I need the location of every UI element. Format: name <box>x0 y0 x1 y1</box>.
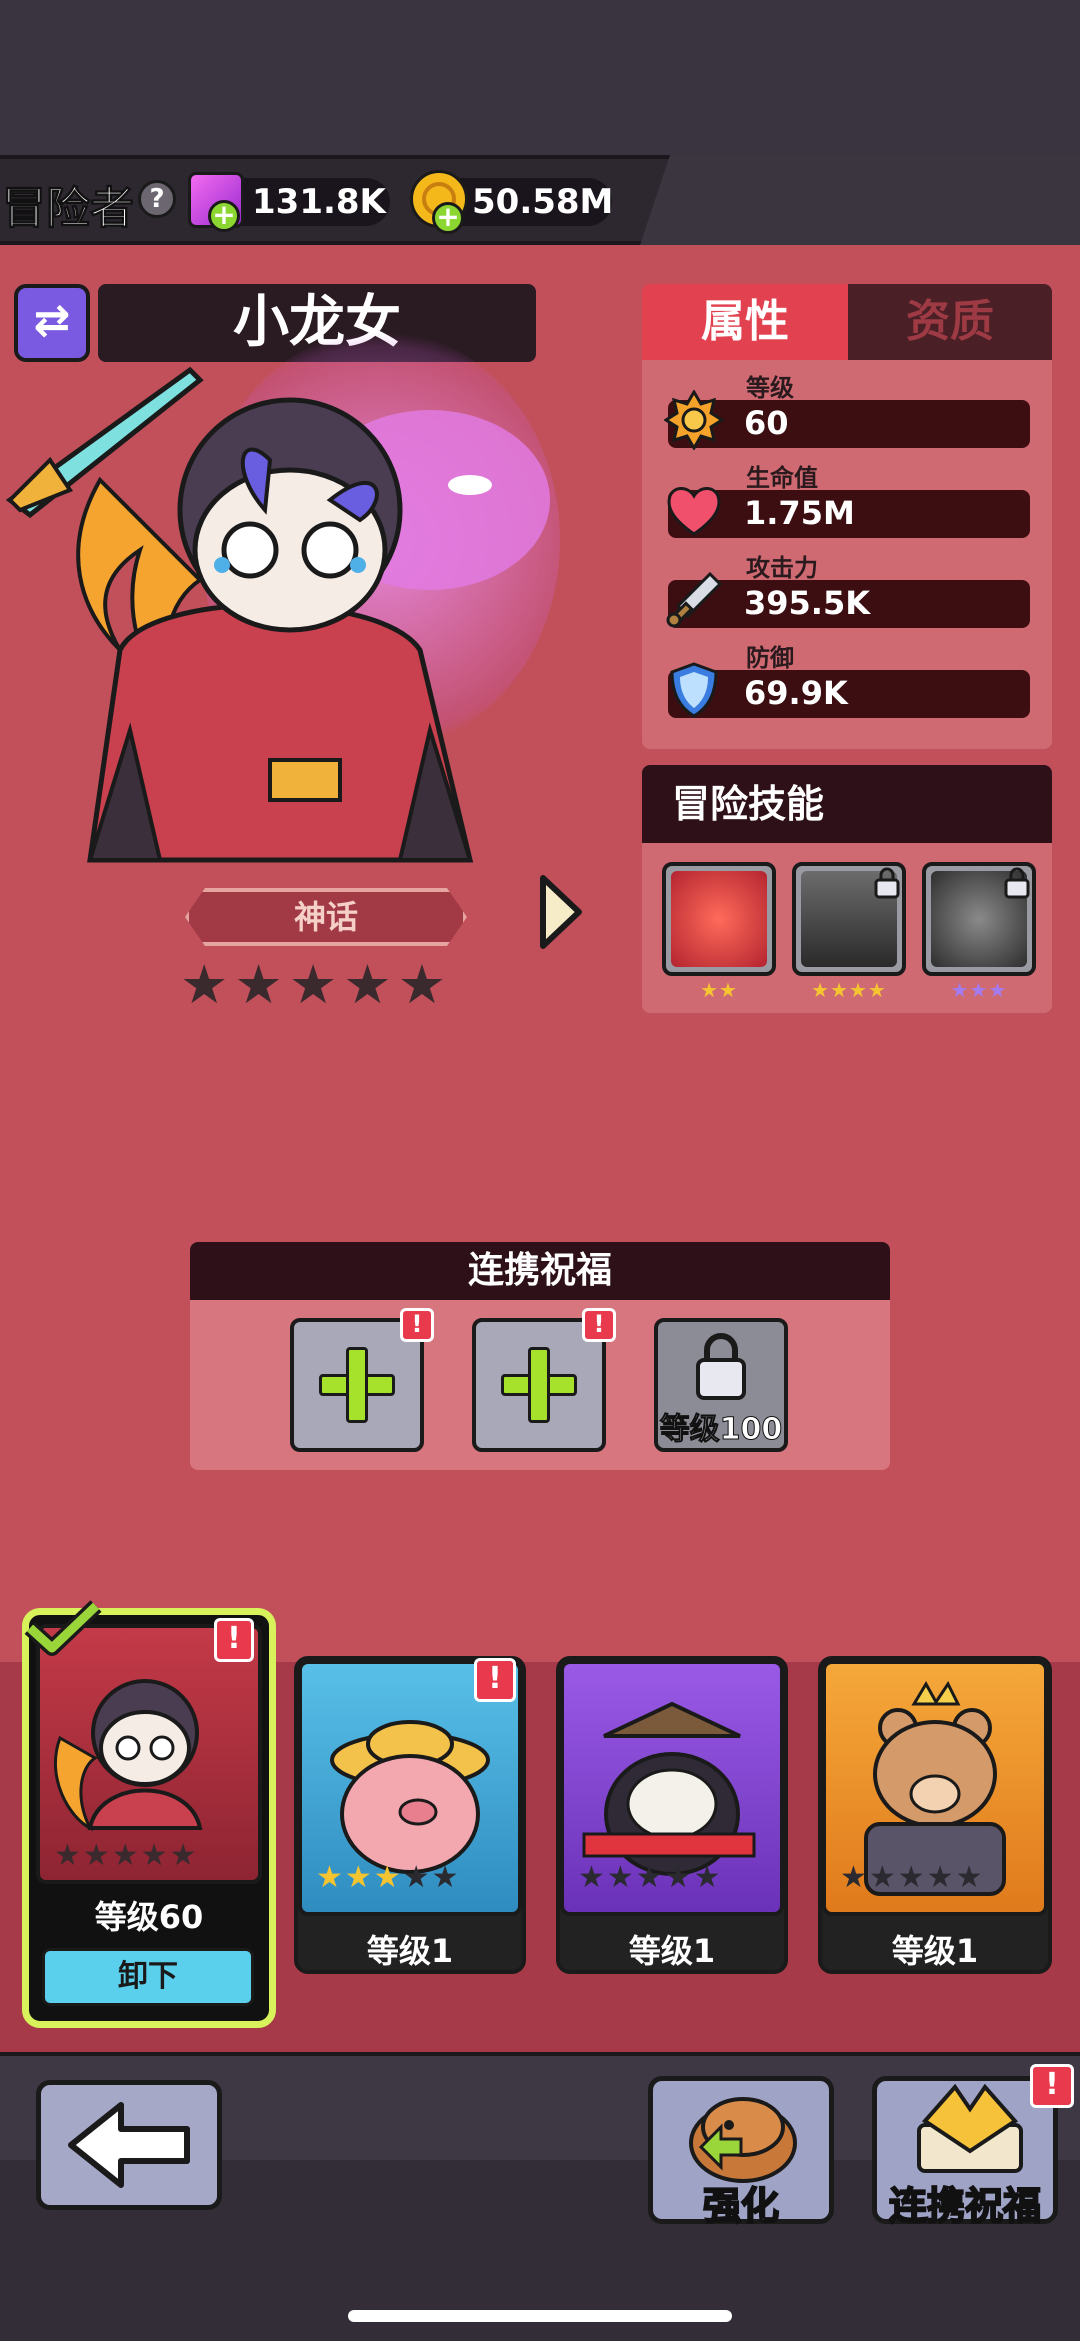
level-badge-icon <box>664 390 724 450</box>
stat-value-hp: 1.75M <box>744 494 855 532</box>
heart-icon <box>667 487 721 536</box>
card-stars: ★★★★★ <box>54 1838 199 1873</box>
lock-icon <box>696 1333 746 1400</box>
star-icon: ★ <box>397 953 447 1016</box>
plus-icon <box>346 1347 368 1423</box>
unequip-button[interactable]: 卸下 <box>42 1948 254 2006</box>
alert-badge: ! <box>214 1618 254 1662</box>
status-bar <box>0 0 1080 155</box>
skill-slot-dragon[interactable] <box>662 862 776 976</box>
hero-portrait <box>5 366 550 863</box>
star-icon: ★ <box>234 953 283 1016</box>
star-icon: ★ <box>288 953 338 1016</box>
upgrade-button[interactable]: 强化 <box>648 2076 834 2229</box>
lock-icon <box>1004 867 1030 899</box>
tab-attributes[interactable]: 属性 <box>642 284 848 360</box>
card-level: 等级1 <box>366 1932 454 1970</box>
synergy-label: 连携祝福 <box>888 2183 1042 2229</box>
stat-value-defense: 69.9K <box>744 674 848 712</box>
skill-stars: ★★★ <box>950 978 1008 1002</box>
alert-badge: ! <box>582 1308 616 1342</box>
blessing-book-icon <box>917 2083 1023 2173</box>
gold-amount: 50.58M <box>472 182 614 222</box>
role-label: 冒险者 <box>2 183 135 235</box>
stat-value-level: 60 <box>744 404 789 442</box>
synergy-title: 连携祝福 <box>467 1250 612 1291</box>
plus-icon <box>528 1347 550 1423</box>
next-hero-arrow-icon[interactable] <box>535 872 585 952</box>
help-icon[interactable]: ? <box>138 180 176 218</box>
lock-icon <box>874 867 900 899</box>
stat-label-defense: 防御 <box>746 644 794 672</box>
checkmark-icon <box>24 1600 102 1656</box>
card-level: 等级1 <box>891 1932 979 1970</box>
upgrade-label: 强化 <box>702 2183 780 2229</box>
skill-stars: ★★ <box>700 978 738 1002</box>
shield-icon <box>670 662 718 718</box>
stat-label-hp: 生命值 <box>746 464 818 492</box>
sword-icon <box>666 571 723 628</box>
resource-bar-accent <box>640 155 1080 245</box>
rarity-banner: 神话 <box>185 888 467 946</box>
gem-amount: 131.8K <box>252 182 386 222</box>
card-stars: ★★★★★ <box>840 1860 985 1895</box>
hero-star-rating: ★ ★ ★ ★ ★ <box>180 958 480 1014</box>
skill-stars: ★★★★ <box>811 978 887 1002</box>
star-icon: ★ <box>180 953 229 1016</box>
alert-badge: ! <box>400 1308 434 1342</box>
stat-value-attack: 395.5K <box>744 584 871 622</box>
skills-title: 冒险技能 <box>672 782 825 826</box>
tab-aptitude[interactable]: 资质 <box>848 284 1052 360</box>
card-stars: ★★★★★ <box>316 1860 461 1895</box>
card-level: 等级60 <box>94 1898 204 1936</box>
star-icon: ★ <box>343 953 392 1016</box>
alert-badge: ! <box>1030 2064 1074 2108</box>
stat-label-attack: 攻击力 <box>746 554 818 582</box>
synergy-lock-level: 等级100 <box>659 1412 783 1448</box>
home-indicator[interactable] <box>348 2310 732 2322</box>
alert-badge: ! <box>474 1658 516 1702</box>
back-button[interactable] <box>36 2080 222 2210</box>
add-gems-icon[interactable]: + <box>208 200 240 232</box>
card-stars: ★★★★★ <box>578 1860 723 1895</box>
back-arrow-icon <box>68 2102 190 2188</box>
add-gold-icon[interactable]: + <box>432 202 464 234</box>
stat-label-level: 等级 <box>746 374 794 402</box>
dragon-skill-icon <box>671 871 767 967</box>
card-level: 等级1 <box>628 1932 716 1970</box>
capybara-icon <box>689 2097 797 2183</box>
